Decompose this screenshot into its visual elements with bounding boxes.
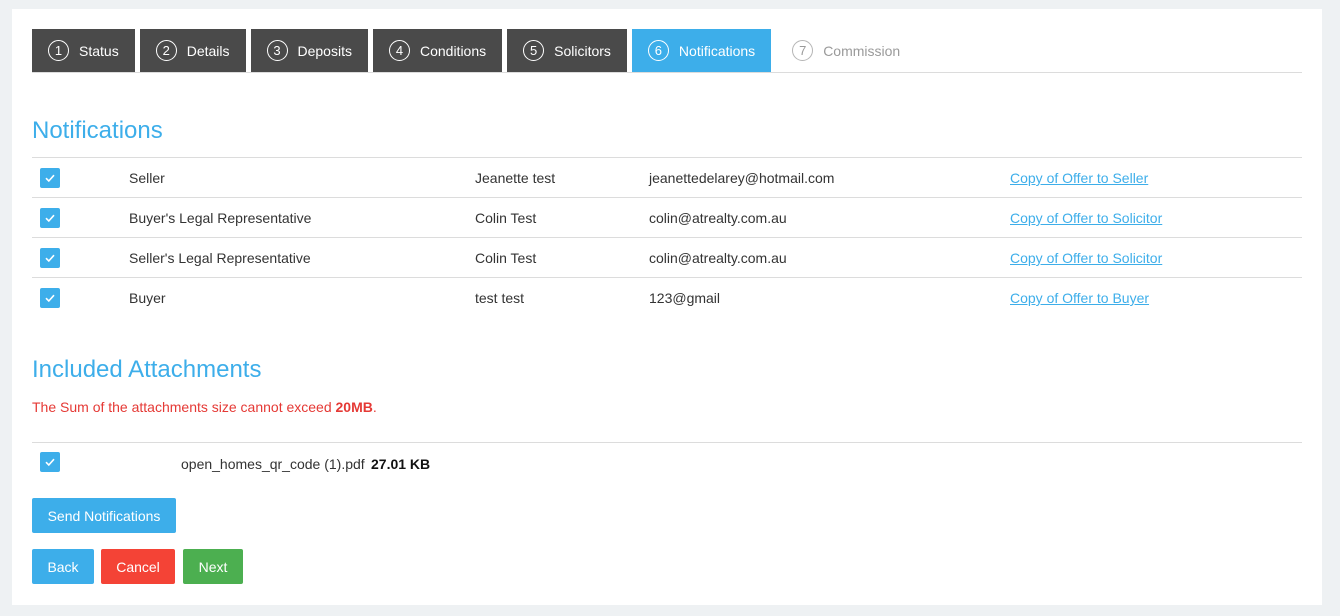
recipient-email: colin@atrealty.com.au <box>649 210 787 226</box>
recipient-role: Buyer <box>129 290 166 306</box>
copy-offer-seller-link[interactable]: Copy of Offer to Seller <box>1010 170 1148 186</box>
recipient-name: test test <box>475 290 525 306</box>
copy-offer-solicitor-link[interactable]: Copy of Offer to Solicitor <box>1010 210 1162 226</box>
step-solicitors[interactable]: 5 Solicitors <box>507 29 627 72</box>
step-conditions[interactable]: 4 Conditions <box>372 29 503 72</box>
check-icon <box>45 174 55 183</box>
notify-buyer-checkbox[interactable] <box>40 288 60 308</box>
attachment-filesize: 27.01 KB <box>371 456 431 472</box>
recipient-email: colin@atrealty.com.au <box>649 250 787 266</box>
check-icon <box>45 214 55 223</box>
table-row: Seller Jeanette test jeanettedelarey@hot… <box>32 158 1302 198</box>
step-details[interactable]: 2 Details <box>139 29 246 72</box>
cancel-button[interactable]: Cancel <box>101 549 175 584</box>
recipient-name: Jeanette test <box>475 170 556 186</box>
step-number: 1 <box>48 40 69 61</box>
table-row: Buyer's Legal Representative Colin Test … <box>32 198 1302 238</box>
step-label: Notifications <box>678 42 756 59</box>
next-button[interactable]: Next <box>183 549 243 584</box>
step-deposits[interactable]: 3 Deposits <box>250 29 368 72</box>
step-commission[interactable]: 7 Commission <box>776 29 916 72</box>
step-number: 4 <box>388 40 410 61</box>
wizard-steps: 1 Status 2 Details 3 Deposits 4 Conditio… <box>32 29 1302 73</box>
recipient-name: Colin Test <box>475 210 537 226</box>
offer-wizard-card: 1 Status 2 Details 3 Deposits 4 Conditio… <box>12 9 1322 605</box>
recipient-role: Buyer's Legal Representative <box>129 210 312 226</box>
send-notifications-button[interactable]: Send Notifications <box>32 498 176 533</box>
step-number: 6 <box>647 40 669 61</box>
warning-suffix: . <box>372 399 377 415</box>
recipient-email: jeanettedelarey@hotmail.com <box>649 170 835 186</box>
step-label: Status <box>79 42 119 59</box>
step-label: Details <box>186 42 230 59</box>
step-number: 7 <box>792 40 814 61</box>
notify-seller-checkbox[interactable] <box>40 168 60 188</box>
attachment-row: open_homes_qr_code (1).pdf 27.01 KB <box>32 442 1302 482</box>
check-icon <box>45 254 55 263</box>
table-row: Seller's Legal Representative Colin Test… <box>32 238 1302 278</box>
notifications-heading: Notifications <box>32 117 163 144</box>
recipient-role: Seller <box>129 170 165 186</box>
notify-buyer-legal-checkbox[interactable] <box>40 208 60 228</box>
notify-seller-legal-checkbox[interactable] <box>40 248 60 268</box>
step-label: Solicitors <box>554 42 611 59</box>
include-attachment-checkbox[interactable] <box>40 452 60 472</box>
step-number: 3 <box>266 40 288 61</box>
back-button[interactable]: Back <box>32 549 94 584</box>
warning-text: The Sum of the attachments size cannot e… <box>32 399 336 415</box>
step-number: 2 <box>155 40 177 61</box>
copy-offer-solicitor-link[interactable]: Copy of Offer to Solicitor <box>1010 250 1162 266</box>
attachment-size-warning: The Sum of the attachments size cannot e… <box>32 399 377 415</box>
step-status[interactable]: 1 Status <box>32 29 135 72</box>
recipient-email: 123@gmail <box>649 290 721 306</box>
warning-limit: 20MB <box>335 399 373 415</box>
step-label: Deposits <box>297 42 352 59</box>
recipient-role: Seller's Legal Representative <box>129 250 311 266</box>
check-icon <box>45 294 55 303</box>
check-icon <box>45 458 55 467</box>
attachments-heading: Included Attachments <box>32 356 262 383</box>
table-row: Buyer test test 123@gmail Copy of Offer … <box>32 278 1302 318</box>
step-label: Conditions <box>419 42 487 59</box>
notifications-table: Seller Jeanette test jeanettedelarey@hot… <box>32 157 1302 318</box>
step-label: Commission <box>823 42 901 59</box>
recipient-name: Colin Test <box>475 250 537 266</box>
step-number: 5 <box>523 40 545 61</box>
attachment-filename: open_homes_qr_code (1).pdf <box>181 456 365 472</box>
step-notifications[interactable]: 6 Notifications <box>631 29 772 72</box>
copy-offer-buyer-link[interactable]: Copy of Offer to Buyer <box>1010 290 1149 306</box>
